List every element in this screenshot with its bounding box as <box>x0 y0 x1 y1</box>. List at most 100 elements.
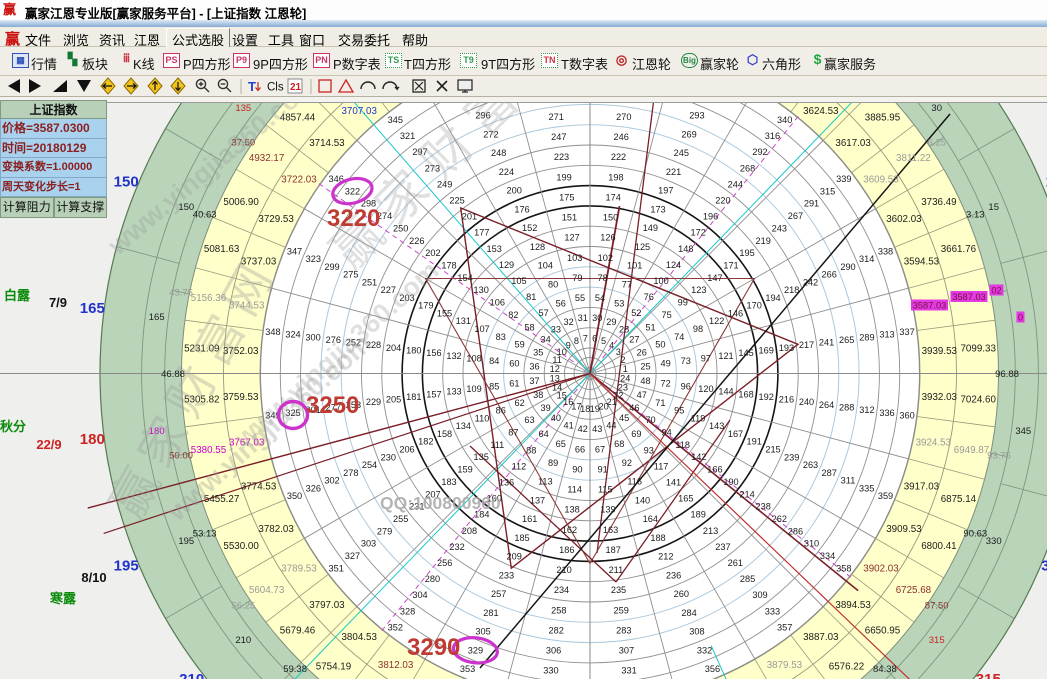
svg-text:Cls: Cls <box>267 82 284 94</box>
svg-text:116: 116 <box>627 477 642 487</box>
svg-text:173: 173 <box>650 205 665 215</box>
svg-text:86: 86 <box>496 406 506 416</box>
svg-text:0: 0 <box>1018 312 1023 322</box>
svg-text:96.88: 96.88 <box>995 369 1019 380</box>
svg-text:32: 32 <box>563 317 573 327</box>
svg-text:108: 108 <box>466 353 481 363</box>
svg-text:165: 165 <box>678 494 693 504</box>
svg-text:217: 217 <box>799 340 814 350</box>
svg-text:T: T <box>248 79 256 94</box>
svg-text:323: 323 <box>306 254 321 264</box>
svg-text:265: 265 <box>839 335 854 345</box>
svg-text:312: 312 <box>859 405 874 415</box>
svg-text:152: 152 <box>522 223 537 233</box>
svg-text:8: 8 <box>574 336 579 346</box>
svg-text:48: 48 <box>640 376 650 386</box>
svg-text:357: 357 <box>777 623 792 633</box>
svg-text:90.63: 90.63 <box>963 529 987 540</box>
svg-text:3759.53: 3759.53 <box>223 392 259 403</box>
svg-text:43: 43 <box>592 424 602 434</box>
svg-text:93.75: 93.75 <box>987 450 1011 461</box>
svg-text:178: 178 <box>441 261 456 271</box>
svg-text:332: 332 <box>697 645 712 655</box>
svg-text:3714.53: 3714.53 <box>309 138 345 149</box>
svg-text:289: 289 <box>859 332 874 342</box>
svg-text:140: 140 <box>635 495 650 505</box>
svg-text:195: 195 <box>739 248 754 258</box>
svg-text:327: 327 <box>345 551 360 561</box>
svg-text:261: 261 <box>728 558 743 568</box>
svg-text:59.38: 59.38 <box>283 664 307 675</box>
svg-text:145: 145 <box>738 348 753 358</box>
svg-text:126: 126 <box>600 233 615 243</box>
svg-text:111: 111 <box>490 440 504 450</box>
svg-text:6.25: 6.25 <box>927 137 946 148</box>
svg-text:321: 321 <box>400 131 415 141</box>
svg-text:82: 82 <box>508 310 518 320</box>
svg-text:162: 162 <box>562 525 577 535</box>
svg-text:33: 33 <box>551 324 561 334</box>
svg-text:165: 165 <box>149 312 165 323</box>
svg-text:3729.53: 3729.53 <box>258 214 294 225</box>
svg-text:246: 246 <box>614 132 629 142</box>
svg-text:3594.53: 3594.53 <box>904 257 940 268</box>
svg-text:77: 77 <box>622 280 632 290</box>
svg-text:120: 120 <box>698 384 713 394</box>
svg-text:263: 263 <box>803 460 818 470</box>
svg-text:179: 179 <box>418 301 433 311</box>
svg-text:6949.87: 6949.87 <box>954 445 989 456</box>
svg-text:3707.03: 3707.03 <box>341 106 377 117</box>
svg-text:315: 315 <box>820 186 835 196</box>
svg-text:328: 328 <box>400 606 415 616</box>
svg-text:30: 30 <box>931 103 942 114</box>
svg-text:322: 322 <box>345 186 360 196</box>
svg-text:150: 150 <box>114 173 139 190</box>
svg-text:292: 292 <box>752 147 767 157</box>
svg-text:299: 299 <box>324 262 339 272</box>
svg-text:214: 214 <box>739 489 754 499</box>
svg-text:66: 66 <box>575 444 585 454</box>
svg-text:134: 134 <box>456 421 471 431</box>
svg-text:202: 202 <box>425 248 440 258</box>
svg-text:348: 348 <box>265 327 280 337</box>
svg-text:8/10: 8/10 <box>81 570 106 585</box>
svg-text:334: 334 <box>820 551 835 561</box>
svg-text:259: 259 <box>614 605 629 615</box>
svg-text:309: 309 <box>752 590 767 600</box>
svg-text:269: 269 <box>681 130 696 140</box>
svg-text:192: 192 <box>759 392 774 402</box>
svg-text:213: 213 <box>703 526 718 536</box>
svg-text:39: 39 <box>540 403 550 413</box>
svg-text:71: 71 <box>655 398 665 408</box>
svg-text:105: 105 <box>511 276 526 286</box>
svg-text:176: 176 <box>514 205 529 215</box>
svg-text:38: 38 <box>533 390 543 400</box>
svg-text:313: 313 <box>879 330 894 340</box>
svg-text:244: 244 <box>728 179 743 189</box>
svg-text:283: 283 <box>616 625 631 635</box>
svg-text:314: 314 <box>859 254 874 264</box>
svg-text:351: 351 <box>329 563 344 573</box>
svg-text:174: 174 <box>606 193 621 203</box>
svg-text:293: 293 <box>689 111 704 121</box>
svg-text:5006.90: 5006.90 <box>223 197 259 208</box>
svg-text:110: 110 <box>475 413 490 423</box>
svg-text:223: 223 <box>554 152 569 162</box>
svg-text:236: 236 <box>666 570 681 580</box>
svg-text:89: 89 <box>548 458 558 468</box>
svg-text:339: 339 <box>836 174 851 184</box>
svg-text:172: 172 <box>691 228 706 238</box>
svg-text:3587.03: 3587.03 <box>913 300 947 310</box>
svg-text:200: 200 <box>507 186 522 196</box>
svg-text:3909.53: 3909.53 <box>886 524 922 535</box>
svg-text:336: 336 <box>879 408 894 418</box>
svg-text:190: 190 <box>723 477 738 487</box>
svg-text:40: 40 <box>551 413 561 423</box>
svg-text:3811.22: 3811.22 <box>896 153 931 164</box>
svg-text:7024.60: 7024.60 <box>960 394 996 405</box>
svg-text:222: 222 <box>611 152 626 162</box>
svg-text:315: 315 <box>976 671 1001 679</box>
svg-text:208: 208 <box>462 526 477 536</box>
svg-text:49: 49 <box>660 359 670 369</box>
svg-text:180: 180 <box>80 431 105 448</box>
